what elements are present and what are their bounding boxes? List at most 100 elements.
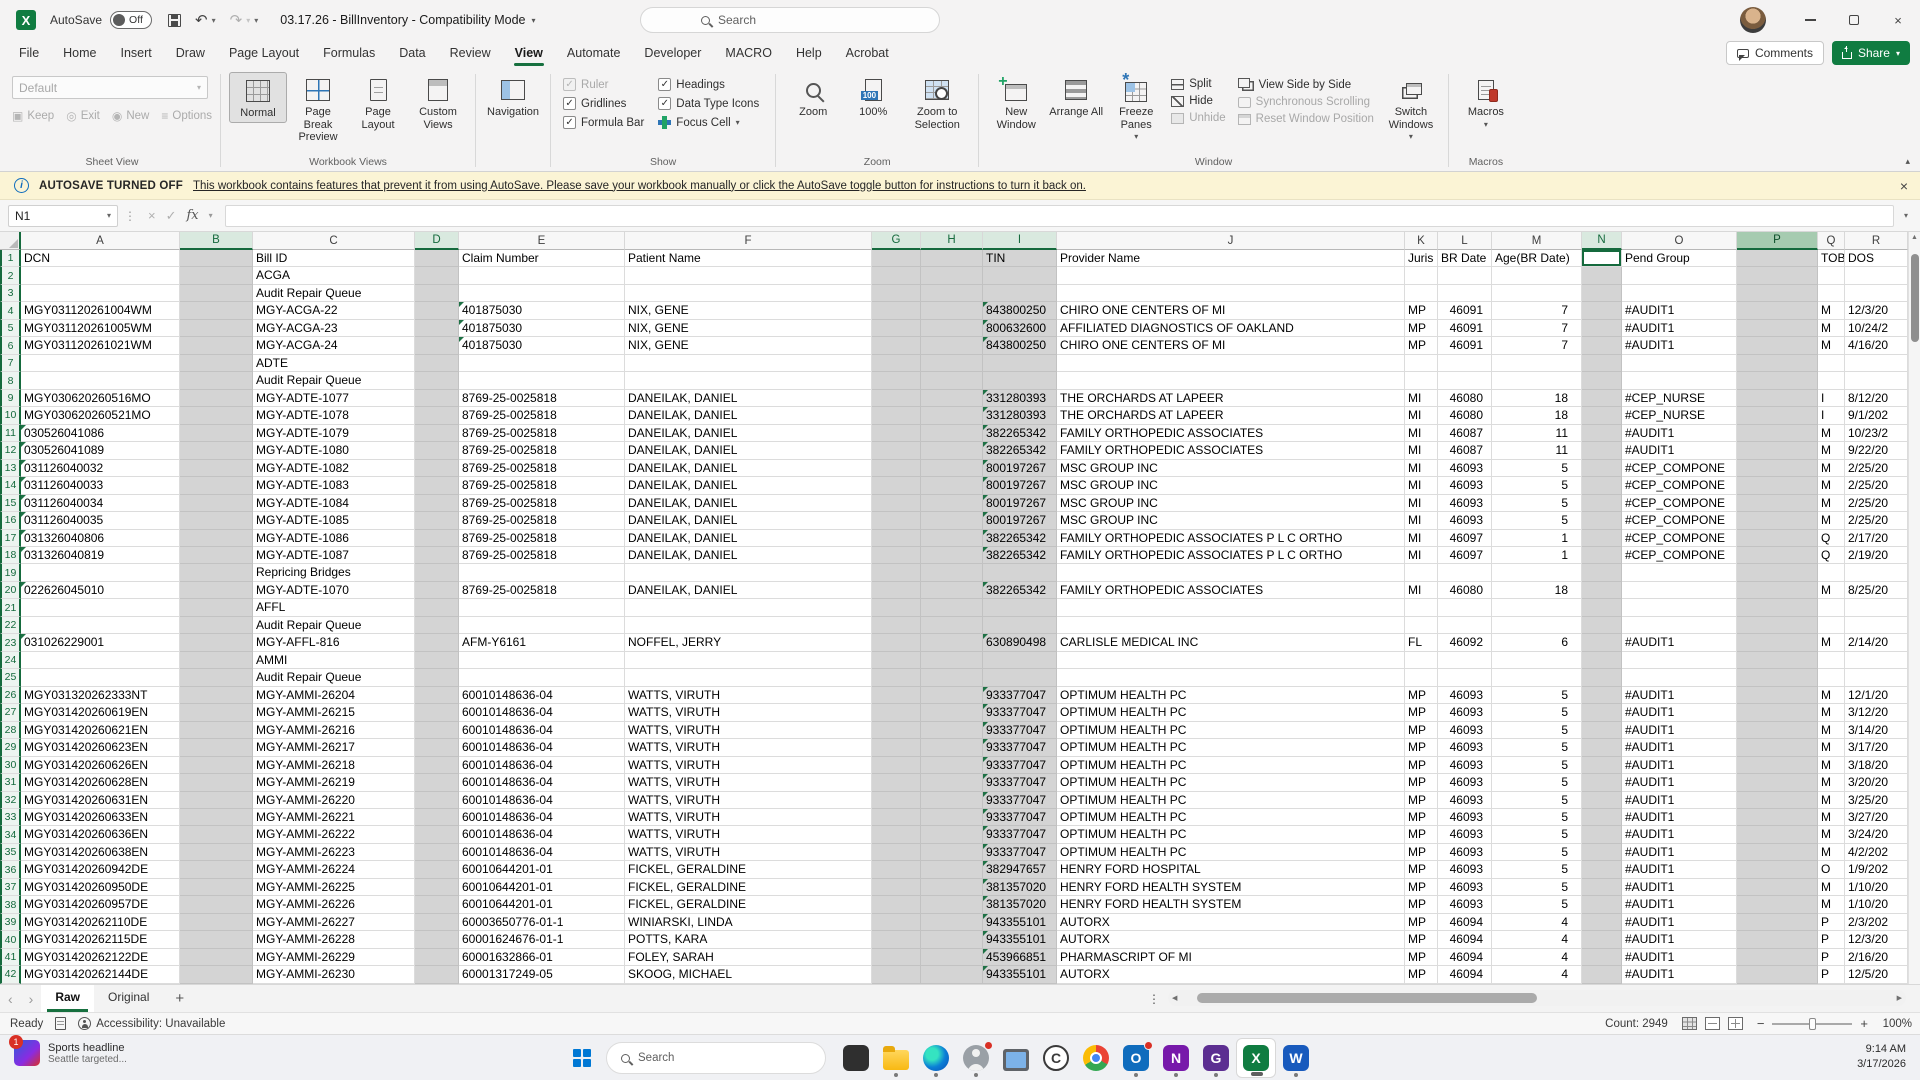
cell-G11[interactable] bbox=[872, 425, 921, 442]
cell-I28[interactable]: 933377047 bbox=[983, 722, 1057, 739]
horizontal-scrollbar-thumb[interactable] bbox=[1197, 993, 1537, 1003]
zoom-to-selection-button[interactable]: Zoom to Selection bbox=[904, 72, 970, 133]
cell-I26[interactable]: 933377047 bbox=[983, 687, 1057, 704]
accessibility-status[interactable]: Accessibility: Unavailable bbox=[96, 1018, 225, 1030]
cell-J30[interactable]: OPTIMUM HEALTH PC bbox=[1057, 757, 1405, 774]
cell-B25[interactable] bbox=[180, 669, 253, 686]
cell-L26[interactable]: 46093 bbox=[1438, 687, 1492, 704]
cell-E18[interactable]: 8769-25-0025818 bbox=[459, 547, 625, 564]
cell-P35[interactable] bbox=[1737, 844, 1818, 861]
taskbar-chrome[interactable] bbox=[1076, 1038, 1116, 1078]
cell-I8[interactable] bbox=[983, 372, 1057, 389]
cell-N10[interactable] bbox=[1582, 407, 1622, 424]
cell-M18[interactable]: 1 bbox=[1492, 547, 1582, 564]
cell-O28[interactable]: #AUDIT1 bbox=[1622, 722, 1737, 739]
cell-Q39[interactable]: P bbox=[1818, 914, 1845, 931]
cell-Q9[interactable]: I bbox=[1818, 390, 1845, 407]
cell-N12[interactable] bbox=[1582, 442, 1622, 459]
cell-P25[interactable] bbox=[1737, 669, 1818, 686]
cell-R41[interactable]: 2/16/20 bbox=[1845, 949, 1908, 966]
formula-bar-checkbox[interactable]: ✓Formula Bar bbox=[563, 116, 644, 129]
cell-B4[interactable] bbox=[180, 302, 253, 319]
cell-Q18[interactable]: Q bbox=[1818, 547, 1845, 564]
cell-E5[interactable]: 401875030 bbox=[459, 320, 625, 337]
cell-E12[interactable]: 8769-25-0025818 bbox=[459, 442, 625, 459]
cell-I25[interactable] bbox=[983, 669, 1057, 686]
cell-D5[interactable] bbox=[415, 320, 459, 337]
cell-K22[interactable] bbox=[1405, 617, 1438, 634]
cell-Q7[interactable] bbox=[1818, 355, 1845, 372]
cell-N15[interactable] bbox=[1582, 495, 1622, 512]
cell-P24[interactable] bbox=[1737, 652, 1818, 669]
cell-G32[interactable] bbox=[872, 792, 921, 809]
cell-M17[interactable]: 1 bbox=[1492, 530, 1582, 547]
cell-F20[interactable]: DANEILAK, DANIEL bbox=[625, 582, 872, 599]
row-header-29[interactable]: 29 bbox=[0, 739, 21, 756]
cell-R19[interactable] bbox=[1845, 564, 1908, 581]
zoom-in-icon[interactable]: + bbox=[1860, 1016, 1868, 1031]
cell-M41[interactable]: 4 bbox=[1492, 949, 1582, 966]
cell-D39[interactable] bbox=[415, 914, 459, 931]
sheet-tab-original[interactable]: Original bbox=[94, 985, 163, 1012]
cell-J39[interactable]: AUTORX bbox=[1057, 914, 1405, 931]
cell-F19[interactable] bbox=[625, 564, 872, 581]
cell-O21[interactable] bbox=[1622, 599, 1737, 616]
row-header-41[interactable]: 41 bbox=[0, 949, 21, 966]
cell-J5[interactable]: AFFILIATED DIAGNOSTICS OF OAKLAND bbox=[1057, 320, 1405, 337]
cell-J41[interactable]: PHARMASCRIPT OF MI bbox=[1057, 949, 1405, 966]
cell-O14[interactable]: #CEP_COMPONE bbox=[1622, 477, 1737, 494]
cell-L27[interactable]: 46093 bbox=[1438, 704, 1492, 721]
titlebar-search[interactable]: Search bbox=[640, 7, 940, 33]
banner-message-link[interactable]: This workbook contains features that pre… bbox=[193, 180, 1086, 192]
cell-J7[interactable] bbox=[1057, 355, 1405, 372]
cell-M31[interactable]: 5 bbox=[1492, 774, 1582, 791]
cell-R22[interactable] bbox=[1845, 617, 1908, 634]
cell-D30[interactable] bbox=[415, 757, 459, 774]
cell-G16[interactable] bbox=[872, 512, 921, 529]
cell-F38[interactable]: FICKEL, GERALDINE bbox=[625, 896, 872, 913]
cell-R33[interactable]: 3/27/20 bbox=[1845, 809, 1908, 826]
cell-O11[interactable]: #AUDIT1 bbox=[1622, 425, 1737, 442]
cell-I10[interactable]: 331280393 bbox=[983, 407, 1057, 424]
cell-M14[interactable]: 5 bbox=[1492, 477, 1582, 494]
cell-J31[interactable]: OPTIMUM HEALTH PC bbox=[1057, 774, 1405, 791]
cell-C30[interactable]: MGY-AMMI-26218 bbox=[253, 757, 415, 774]
cell-O13[interactable]: #CEP_COMPONE bbox=[1622, 460, 1737, 477]
cell-J23[interactable]: CARLISLE MEDICAL INC bbox=[1057, 634, 1405, 651]
cell-J10[interactable]: THE ORCHARDS AT LAPEER bbox=[1057, 407, 1405, 424]
cell-C32[interactable]: MGY-AMMI-26220 bbox=[253, 792, 415, 809]
cell-R5[interactable]: 10/24/2 bbox=[1845, 320, 1908, 337]
cell-H15[interactable] bbox=[921, 495, 983, 512]
cell-C14[interactable]: MGY-ADTE-1083 bbox=[253, 477, 415, 494]
cell-G33[interactable] bbox=[872, 809, 921, 826]
cell-B12[interactable] bbox=[180, 442, 253, 459]
cell-A17[interactable]: 031326040806 bbox=[21, 530, 180, 547]
cell-H20[interactable] bbox=[921, 582, 983, 599]
cell-K12[interactable]: MI bbox=[1405, 442, 1438, 459]
cell-O1[interactable]: Pend Group bbox=[1622, 250, 1737, 267]
cell-G10[interactable] bbox=[872, 407, 921, 424]
cell-A41[interactable]: MGY031420262122DE bbox=[21, 949, 180, 966]
cell-E27[interactable]: 60010148636-04 bbox=[459, 704, 625, 721]
cell-M36[interactable]: 5 bbox=[1492, 861, 1582, 878]
cell-F22[interactable] bbox=[625, 617, 872, 634]
cell-I3[interactable] bbox=[983, 285, 1057, 302]
cell-M5[interactable]: 7 bbox=[1492, 320, 1582, 337]
cell-R8[interactable] bbox=[1845, 372, 1908, 389]
cell-A7[interactable] bbox=[21, 355, 180, 372]
cell-E8[interactable] bbox=[459, 372, 625, 389]
cell-M22[interactable] bbox=[1492, 617, 1582, 634]
cell-O27[interactable]: #AUDIT1 bbox=[1622, 704, 1737, 721]
cell-C8[interactable]: Audit Repair Queue bbox=[253, 372, 415, 389]
cell-I36[interactable]: 382947657 bbox=[983, 861, 1057, 878]
cell-F28[interactable]: WATTS, VIRUTH bbox=[625, 722, 872, 739]
cell-M35[interactable]: 5 bbox=[1492, 844, 1582, 861]
cell-C19[interactable]: Repricing Bridges bbox=[253, 564, 415, 581]
cell-Q37[interactable]: M bbox=[1818, 879, 1845, 896]
cell-E14[interactable]: 8769-25-0025818 bbox=[459, 477, 625, 494]
cell-Q10[interactable]: I bbox=[1818, 407, 1845, 424]
cell-N24[interactable] bbox=[1582, 652, 1622, 669]
name-box[interactable]: N1 ▾ bbox=[8, 205, 118, 227]
cell-C29[interactable]: MGY-AMMI-26217 bbox=[253, 739, 415, 756]
cell-D34[interactable] bbox=[415, 826, 459, 843]
